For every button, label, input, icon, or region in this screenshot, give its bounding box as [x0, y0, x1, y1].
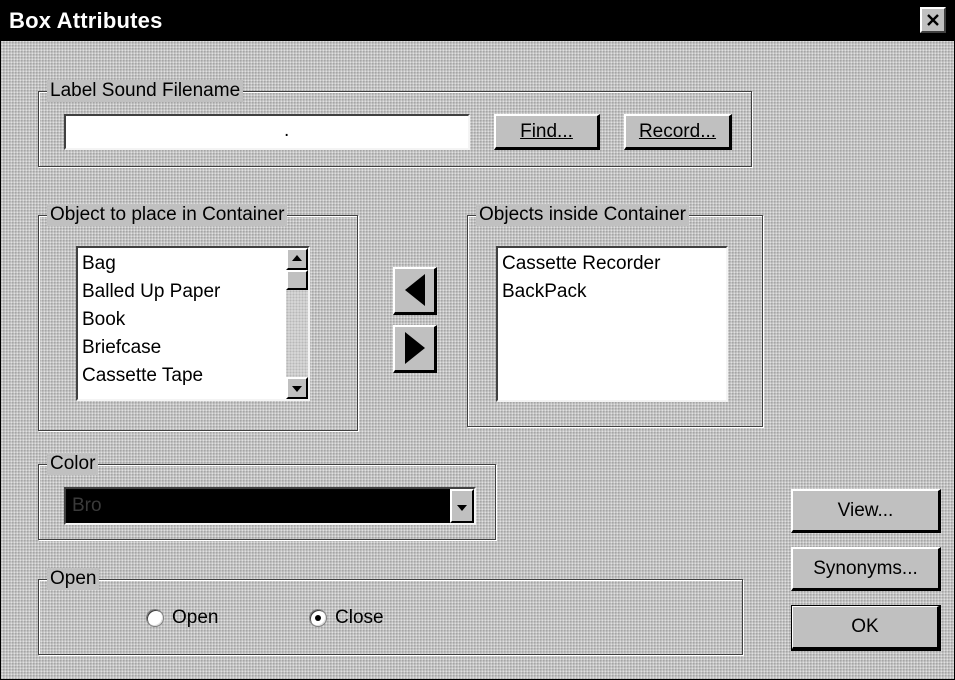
- available-objects-group: Object to place in Container Bag Balled …: [38, 204, 358, 431]
- close-button[interactable]: [920, 7, 946, 33]
- view-button[interactable]: View...: [791, 489, 941, 533]
- available-objects-label: Object to place in Container: [47, 204, 288, 226]
- available-objects-scrollbar[interactable]: [286, 248, 308, 399]
- sound-filename-value: .: [284, 120, 290, 141]
- find-button-label: Find...: [520, 120, 573, 142]
- color-select[interactable]: Bro: [64, 487, 476, 525]
- window-title: Box Attributes: [9, 8, 163, 33]
- synonyms-button[interactable]: Synonyms...: [791, 547, 941, 591]
- sound-filename-input[interactable]: .: [64, 114, 470, 150]
- inside-objects-items: Cassette Recorder BackPack: [498, 248, 726, 306]
- list-item[interactable]: Cassette Tape: [78, 362, 308, 390]
- find-button[interactable]: Find...: [494, 114, 600, 150]
- list-item[interactable]: Balled Up Paper: [78, 278, 308, 306]
- inside-objects-list[interactable]: Cassette Recorder BackPack: [496, 246, 728, 402]
- available-objects-items: Bag Balled Up Paper Book Briefcase Casse…: [78, 248, 308, 390]
- scroll-down-icon: [292, 386, 302, 392]
- close-radio-selected-dot: [315, 615, 321, 621]
- list-item[interactable]: Book: [78, 306, 308, 334]
- available-objects-list[interactable]: Bag Balled Up Paper Book Briefcase Casse…: [76, 246, 310, 401]
- arrow-left-icon: [405, 274, 425, 306]
- list-item[interactable]: Cassette Recorder: [498, 250, 726, 278]
- view-button-label: View...: [837, 499, 894, 521]
- inside-objects-group: Objects inside Container Cassette Record…: [467, 204, 763, 427]
- open-radio[interactable]: Open: [146, 607, 218, 629]
- scroll-up-button[interactable]: [286, 248, 308, 270]
- synonyms-button-label: Synonyms...: [813, 557, 918, 579]
- color-select-value: Bro: [72, 495, 102, 516]
- open-state-group: Open Open Close: [38, 568, 743, 655]
- chevron-down-icon: [457, 505, 467, 511]
- color-dropdown-button[interactable]: [450, 489, 474, 523]
- open-radio-label: Open: [172, 607, 219, 628]
- sound-filename-group: Label Sound Filename . Find... Record...: [38, 80, 752, 167]
- open-state-label: Open: [47, 568, 100, 590]
- record-button[interactable]: Record...: [624, 114, 732, 150]
- record-button-label: Record...: [638, 120, 717, 142]
- color-group: Color Bro: [38, 453, 496, 540]
- title-bar[interactable]: Box Attributes: [1, 1, 954, 41]
- close-radio-circle[interactable]: [309, 609, 327, 627]
- scroll-down-button[interactable]: [286, 377, 308, 399]
- inside-objects-label: Objects inside Container: [476, 204, 689, 226]
- close-radio-label: Close: [335, 607, 384, 628]
- sound-filename-label: Label Sound Filename: [47, 80, 244, 102]
- list-item[interactable]: Briefcase: [78, 334, 308, 362]
- close-radio[interactable]: Close: [309, 607, 384, 629]
- close-icon: [927, 14, 939, 26]
- open-radio-circle[interactable]: [146, 609, 164, 627]
- list-item[interactable]: BackPack: [498, 278, 726, 306]
- scroll-up-icon: [292, 255, 302, 261]
- color-label: Color: [47, 453, 99, 475]
- move-right-button[interactable]: [393, 325, 437, 373]
- move-left-button[interactable]: [393, 267, 437, 315]
- ok-button-label: OK: [851, 616, 879, 637]
- list-item[interactable]: Bag: [78, 250, 308, 278]
- box-attributes-dialog: Box Attributes Label Sound Filename . Fi…: [0, 0, 955, 680]
- scroll-thumb[interactable]: [286, 270, 308, 290]
- arrow-right-icon: [405, 332, 425, 364]
- ok-button[interactable]: OK: [791, 605, 941, 651]
